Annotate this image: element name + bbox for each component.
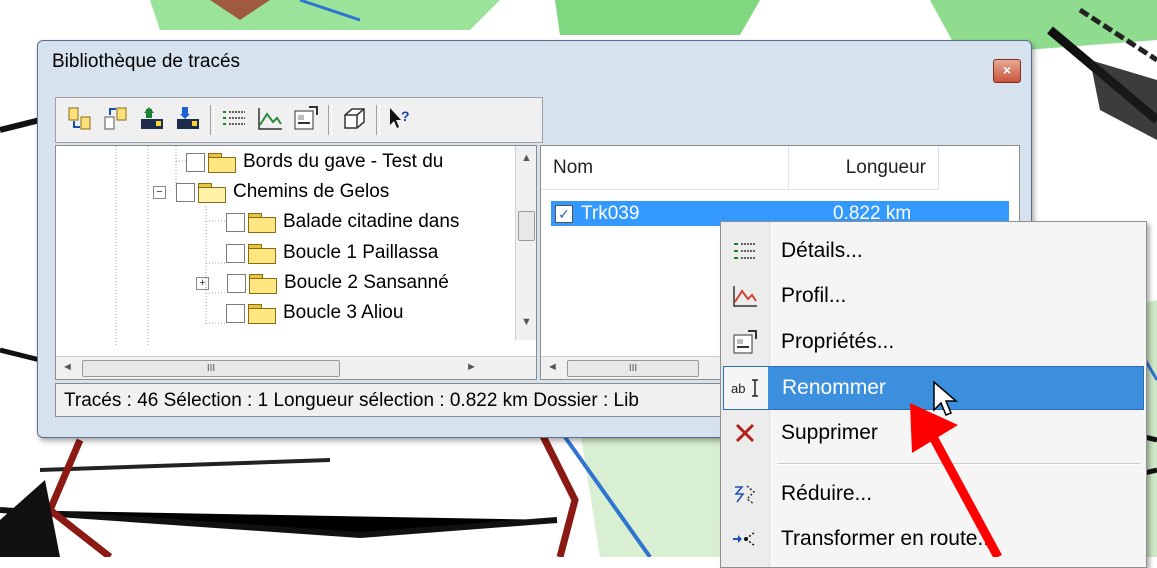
help-icon[interactable]: ? [384,103,416,135]
convert-to-route-icon [723,518,767,560]
menu-item-profile[interactable]: Profil... [723,275,1144,317]
scroll-up-icon[interactable]: ▲ [521,152,532,164]
scroll-down-icon[interactable]: ▼ [521,316,532,328]
tree-item[interactable]: − Chemins de Gelos [153,177,389,207]
scroll-left-icon[interactable]: ◄ [547,361,558,373]
column-header-length[interactable]: Longueur [789,146,939,190]
scroll-left-icon[interactable]: ◄ [62,361,73,373]
profile-icon [723,275,767,317]
import-icon[interactable] [64,103,96,135]
tree-item[interactable]: Boucle 1 Paillassa [226,238,438,268]
scroll-thumb[interactable]: III [82,360,340,377]
close-button[interactable]: × [993,59,1021,83]
details-icon[interactable] [218,103,250,135]
tree-vertical-scrollbar[interactable]: ▲ ▼ [515,146,536,340]
scroll-right-icon[interactable]: ► [466,361,477,373]
track-checkbox[interactable]: ✓ [555,204,573,223]
scroll-thumb[interactable]: III [567,360,699,377]
menu-item-label: Profil... [781,284,847,307]
folder-icon [248,303,276,324]
expand-icon[interactable]: + [196,276,209,290]
folder-icon [208,152,236,173]
tree-checkbox[interactable] [226,243,245,263]
folder-icon [249,273,277,294]
tree-item-label: Boucle 2 Sansanné [284,272,449,293]
track-name: Trk039 [581,202,640,224]
folder-icon [248,243,276,264]
tree-item[interactable]: Balade citadine dans [226,207,459,237]
properties-icon [723,321,767,363]
tree-checkbox[interactable] [186,152,205,172]
folder-icon [248,212,276,233]
toolbar: ? [55,97,543,143]
menu-item-label: Propriétés... [781,330,895,353]
window-title: Bibliothèque de tracés [52,51,241,72]
3d-view-icon[interactable] [338,103,370,135]
svg-text:ab: ab [731,381,745,396]
tree-item[interactable]: Bords du gave - Test du [186,147,443,177]
profile-icon[interactable] [254,103,286,135]
export-icon[interactable] [100,103,132,135]
menu-item-properties[interactable]: Propriétés... [723,321,1144,363]
download-from-gps-icon[interactable] [172,103,204,135]
tree-horizontal-scrollbar[interactable]: ◄ III ► [56,356,536,379]
column-header-name[interactable]: Nom [541,146,789,190]
details-icon [723,230,767,272]
menu-item-label: Réduire... [781,482,873,505]
menu-item-label: Supprimer [781,421,878,444]
reduce-icon [723,473,767,515]
tree-item-label: Bords du gave - Test du [243,151,444,172]
delete-icon [723,412,767,454]
tree-item-label: Balade citadine dans [283,211,460,232]
tree-checkbox[interactable] [226,212,245,232]
menu-item-label: Renommer [782,376,886,399]
tree-item[interactable]: + Boucle 2 Sansanné [196,268,449,298]
upload-to-gps-icon[interactable] [136,103,168,135]
svg-text:?: ? [401,108,410,124]
collapse-icon[interactable]: − [153,185,166,199]
scroll-thumb[interactable] [518,211,535,241]
rename-icon: ab [724,367,768,409]
folder-tree[interactable]: Bords du gave - Test du − Chemins de Gel… [55,145,537,380]
tree-checkbox[interactable] [227,273,246,293]
menu-item-label: Détails... [781,239,863,262]
tree-item-label: Boucle 1 Paillassa [283,242,439,263]
menu-item-details[interactable]: Détails... [723,230,1144,272]
tree-checkbox[interactable] [226,303,245,323]
tree-item-label: Chemins de Gelos [233,181,390,202]
properties-icon[interactable] [290,103,322,135]
tree-item[interactable]: Boucle 3 Aliou [226,298,403,328]
open-folder-icon [198,182,226,203]
tree-checkbox[interactable] [176,182,195,202]
tree-item-label: Boucle 3 Aliou [283,302,404,323]
annotation-arrow-icon [910,403,1002,557]
